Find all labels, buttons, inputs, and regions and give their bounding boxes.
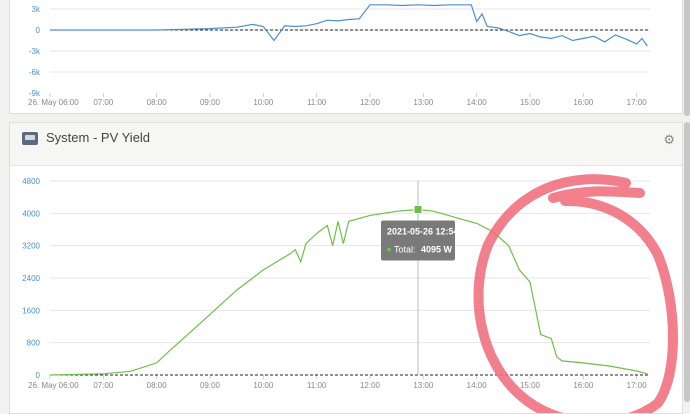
y-tick-label: 1600: [22, 306, 40, 315]
gear-icon[interactable]: ⚙: [663, 133, 675, 146]
x-axis-labels: 26. May 06:00 07:00 08:00 09:00 10:00 11:00 12…: [28, 93, 647, 107]
x-tick-label: 10:00: [253, 381, 274, 390]
y-axis-labels: 4800 4000 3200 2400 1600 800 0: [22, 177, 40, 380]
hover-marker: [413, 204, 423, 214]
x-tick-label: 07:00: [93, 98, 114, 107]
y-tick-label: -3k: [29, 47, 41, 56]
x-tick-label: 14:00: [467, 98, 488, 107]
pv-yield-chart: 4800 4000 3200 2400 1600 800 0 26. May 06:00 07…: [22, 174, 678, 413]
tooltip-date: 2021-05-26 12:54: [387, 226, 459, 236]
y-tick-label: 3200: [22, 242, 40, 251]
x-tick-label: 08:00: [147, 98, 168, 107]
x-tick-label: 12:00: [360, 98, 381, 107]
scrollbar-bottom[interactable]: [684, 122, 690, 402]
x-tick-label: 17:00: [627, 98, 648, 107]
y-tick-label: -6k: [29, 68, 41, 77]
series-line: [49, 208, 648, 376]
x-tick-label: 12:00: [360, 381, 381, 390]
x-tick-label: 17:00: [627, 381, 648, 390]
y-tick-label: 2400: [22, 274, 40, 283]
tooltip-label: Total:: [394, 244, 416, 254]
y-tick-label: -9k: [29, 89, 41, 98]
grid-lines: [50, 8, 650, 73]
tooltip-series-dot: [387, 247, 391, 252]
x-tick-label: 08:00: [147, 381, 168, 390]
panel-title: System - PV Yield: [46, 130, 151, 145]
x-tick-label: 14:00: [467, 381, 488, 390]
x-axis-labels: 26. May 06:00 07:00 08:00 09:00 10:00 11:00 12…: [28, 375, 647, 390]
x-tick-label: 09:00: [200, 381, 221, 390]
x-tick-label: 11:00: [307, 98, 327, 107]
x-tick-label: 26. May 06:00: [28, 381, 79, 390]
x-tick-label: 13:00: [413, 381, 434, 390]
panel-header: System - PV Yield ⚙: [10, 123, 682, 166]
grid-lines: [50, 180, 650, 344]
system-icon: [22, 132, 38, 145]
scrollbar-top[interactable]: [684, 0, 690, 116]
series-line: [50, 4, 648, 47]
x-tick-label: 15:00: [520, 381, 541, 390]
x-tick-label: 16:00: [573, 381, 594, 390]
x-tick-label: 13:00: [413, 98, 434, 107]
x-tick-label: 10:00: [253, 98, 274, 107]
y-tick-label: 0: [36, 371, 41, 380]
x-tick-label: 09:00: [200, 98, 221, 107]
grid-chart: 3k 0 -3k -6k -9k 26. May 06:00 07:00 08:00 09:0…: [28, 4, 650, 107]
tooltip-value: 4095 W: [421, 244, 453, 254]
y-tick-label: 3k: [32, 5, 41, 14]
red-annotation-circle: [473, 174, 678, 413]
x-tick-label: 11:00: [307, 381, 327, 390]
y-tick-label: 4000: [22, 209, 40, 218]
x-tick-label: 16:00: [573, 98, 594, 107]
y-tick-label: 4800: [22, 177, 40, 186]
tooltip: 2021-05-26 12:54 Total: 4095 W: [381, 220, 459, 261]
x-tick-label: 26. May 06:00: [28, 98, 79, 107]
y-tick-label: 800: [27, 339, 41, 348]
pv-yield-panel: System - PV Yield ⚙ 4800 4000 3200 2400 1600…: [9, 122, 683, 414]
x-tick-label: 07:00: [93, 381, 114, 390]
y-axis-labels: 3k 0 -3k -6k -9k: [29, 5, 41, 98]
y-tick-label: 0: [36, 26, 41, 35]
x-tick-label: 15:00: [520, 98, 541, 107]
grid-chart-panel: 3k 0 -3k -6k -9k 26. May 06:00 07:00 08:00 09:0…: [9, 0, 683, 114]
